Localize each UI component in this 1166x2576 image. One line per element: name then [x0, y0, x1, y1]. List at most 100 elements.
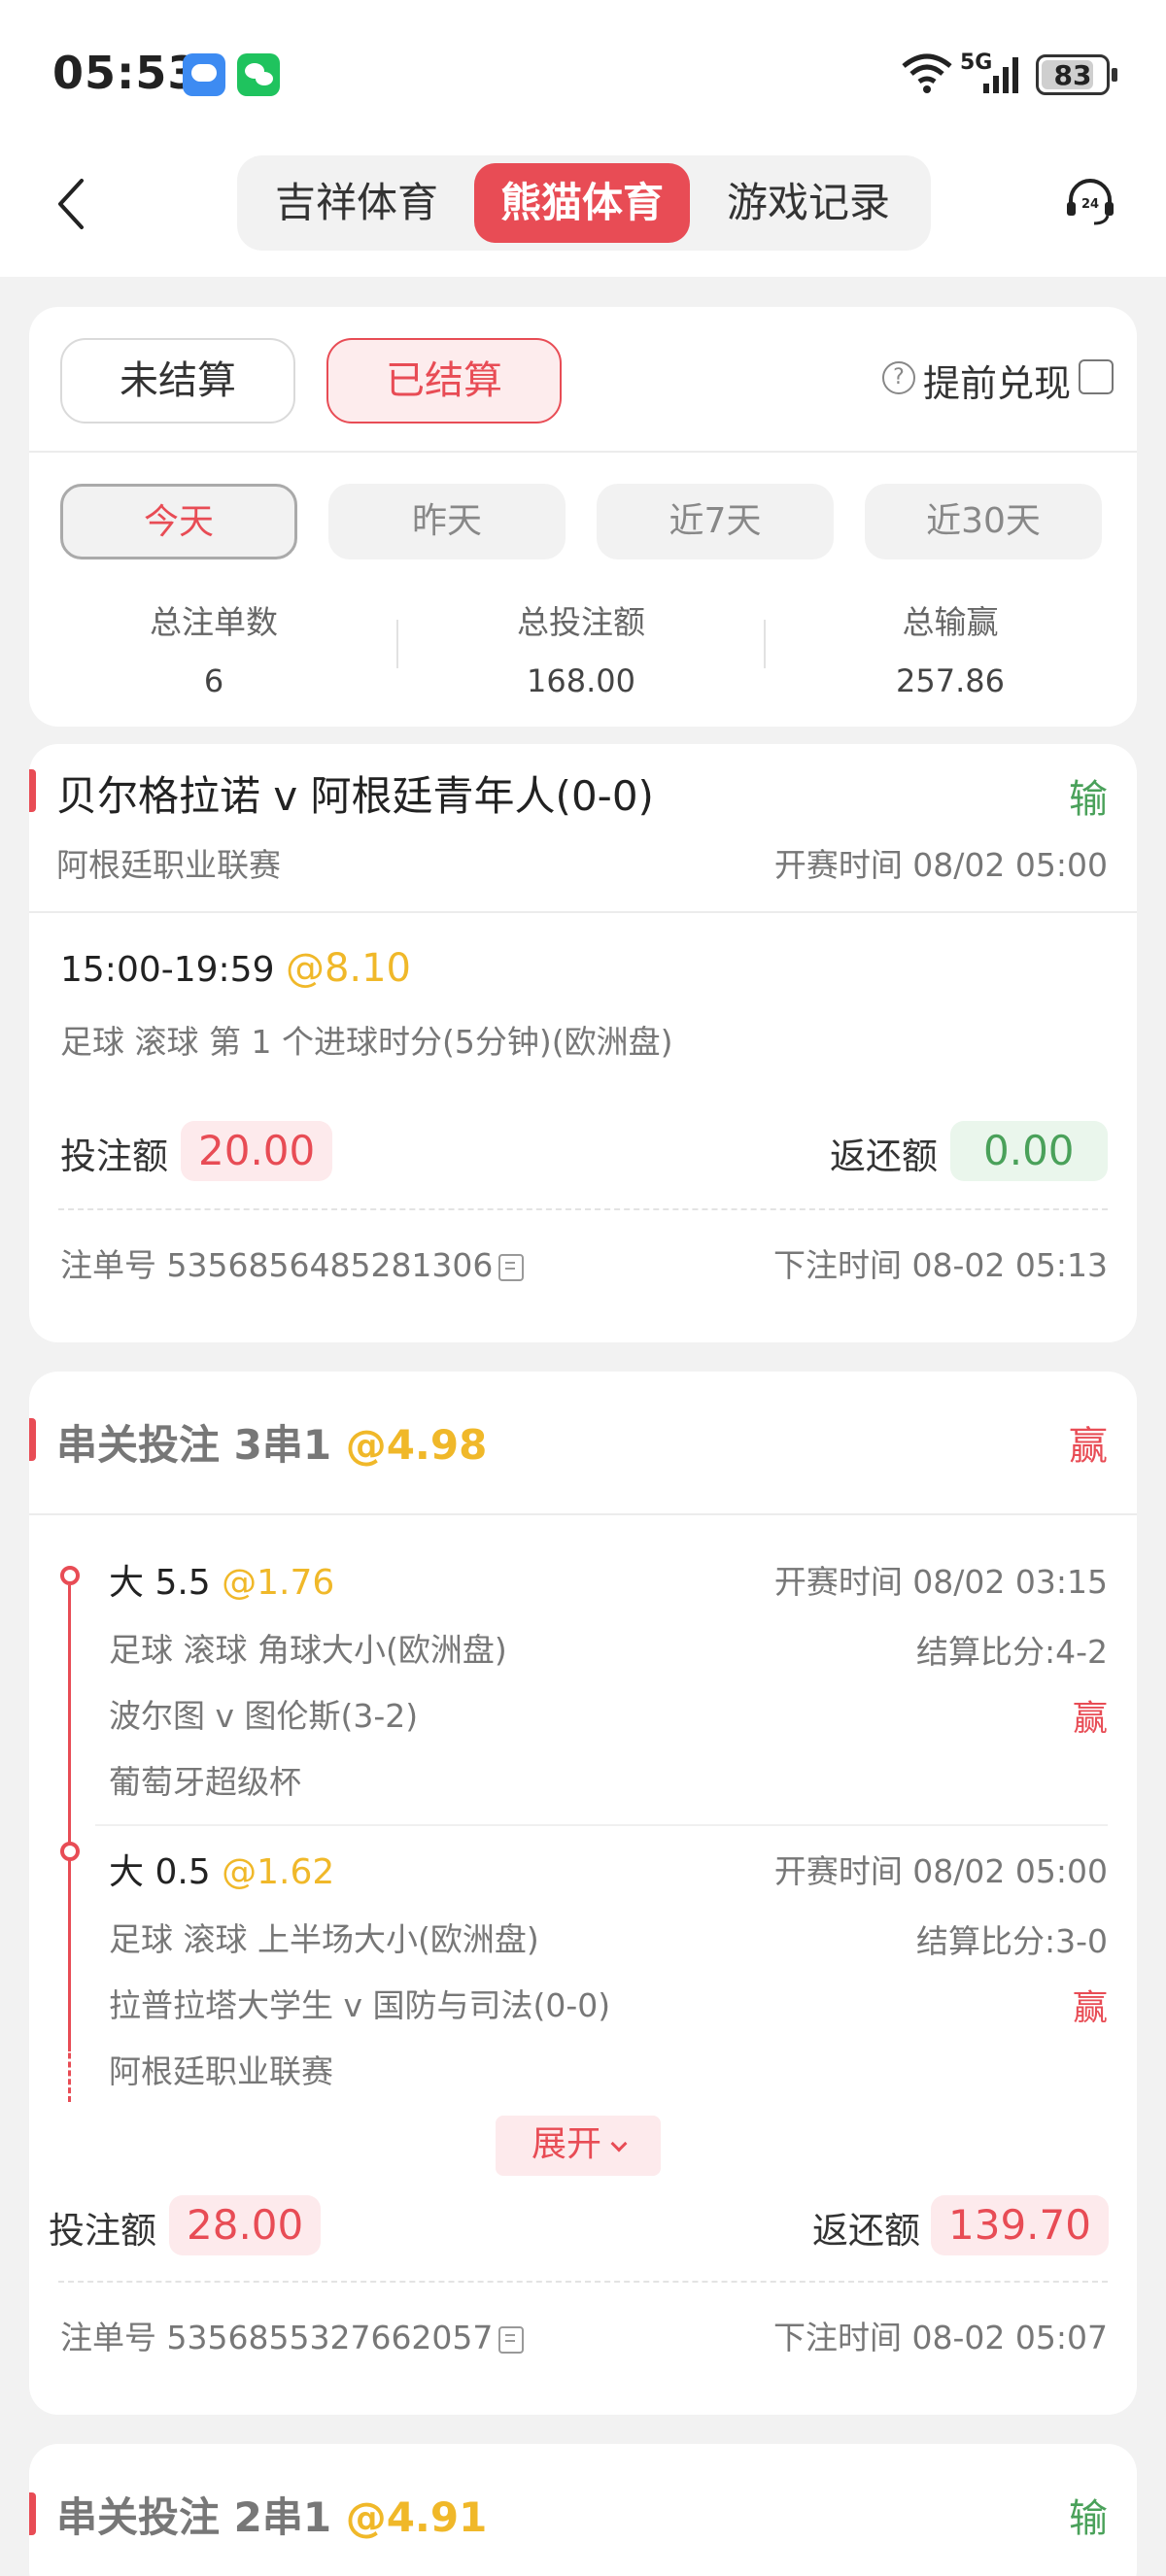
- bet-card-parlay[interactable]: 串关投注 3串1 @4.98 赢 大 5.5 @1.76 开赛时间 08/02 …: [29, 1372, 1137, 2415]
- leg-settle-score: 结算比分:3-0: [915, 1922, 1108, 1960]
- stat-separator: [396, 620, 398, 668]
- return-label: 返还额: [830, 1135, 938, 1177]
- bet-start-time: 开赛时间 08/02 05:00: [773, 846, 1108, 884]
- title-accent-bar: [29, 2492, 36, 2535]
- chevron-down-icon: [610, 2135, 628, 2152]
- title-accent-bar: [29, 1418, 36, 1461]
- leg-league: 阿根廷职业联赛: [109, 2052, 333, 2090]
- leg-match: 波尔图 v 图伦斯(3-2): [109, 1697, 419, 1735]
- signal-icon: [983, 57, 1018, 93]
- wifi-icon: [902, 53, 952, 93]
- stat-value: 257.86: [896, 662, 1005, 699]
- platform-tabs: 吉祥体育 熊猫体育 游戏记录: [237, 155, 931, 251]
- card-divider: [29, 911, 1137, 913]
- back-arrow-icon[interactable]: [52, 175, 91, 233]
- tab-jixiang-sports[interactable]: 吉祥体育: [245, 163, 468, 243]
- tab-panda-sports[interactable]: 熊猫体育: [474, 163, 690, 243]
- copy-icon[interactable]: [498, 1253, 525, 1281]
- leg-selection: 大 5.5 @1.76: [109, 1554, 334, 1605]
- expand-label: 展开: [531, 2124, 601, 2164]
- dashed-divider: [58, 1208, 1108, 1210]
- early-cashout-checkbox[interactable]: [1079, 359, 1114, 394]
- parlay-result-lose: 输: [1069, 2496, 1108, 2541]
- bet-match-title: 贝尔格拉诺 v 阿根廷青年人(0-0): [56, 772, 654, 820]
- stat-value: 6: [203, 662, 224, 699]
- selection-text: 15:00-19:59: [60, 950, 275, 990]
- order-number-text: 注单号 5356856485281306: [60, 1246, 494, 1284]
- messages-app-icon: [183, 53, 225, 96]
- bet-market: 足球 滚球 第 1 个进球时分(5分钟)(欧洲盘): [60, 1023, 673, 1061]
- early-cashout-label: 提前兑现: [923, 362, 1072, 405]
- stat-value: 168.00: [527, 662, 635, 699]
- period-7days-chip[interactable]: 近7天: [597, 484, 834, 559]
- filter-divider: [29, 451, 1137, 453]
- leg-odds: @1.76: [222, 1563, 335, 1603]
- period-today-chip[interactable]: 今天: [60, 484, 297, 559]
- parlay-title-text: 串关投注 3串1: [56, 1421, 332, 1469]
- bet-league: 阿根廷职业联赛: [56, 846, 281, 884]
- question-circle-icon[interactable]: ?: [882, 361, 915, 394]
- period-yesterday-chip[interactable]: 昨天: [328, 484, 566, 559]
- period-30days-chip[interactable]: 近30天: [865, 484, 1102, 559]
- dashed-divider: [58, 2281, 1108, 2283]
- parlay-title: 串关投注 3串1 @4.98: [56, 1412, 487, 1472]
- customer-service-24h-icon[interactable]: 24: [1063, 175, 1117, 229]
- order-number-text: 注单号 5356855327662057: [60, 2319, 494, 2356]
- leg-match: 拉普拉塔大学生 v 国防与司法(0-0): [109, 1986, 611, 2024]
- leg-selection-text: 大 0.5: [109, 1852, 211, 1892]
- leg-result-win: 赢: [1072, 1699, 1108, 1739]
- stat-total-profit: 总输赢 257.86: [785, 596, 1115, 699]
- stat-total-stake: 总投注额 168.00: [416, 596, 746, 699]
- title-accent-bar: [29, 769, 36, 812]
- return-amount: 0.00: [950, 1121, 1108, 1181]
- timeline-dot: [60, 1842, 80, 1861]
- stake-amount: 20.00: [181, 1121, 333, 1181]
- timeline-dot: [60, 1566, 80, 1585]
- stake-label: 投注额: [49, 2210, 156, 2252]
- leg-selection: 大 0.5 @1.62: [109, 1844, 334, 1894]
- copy-icon[interactable]: [498, 2325, 525, 2354]
- wechat-app-icon: [237, 53, 280, 96]
- leg-settle-score: 结算比分:4-2: [915, 1633, 1108, 1671]
- header: 吉祥体育 熊猫体育 游戏记录 24: [0, 146, 1166, 277]
- leg-selection-text: 大 5.5: [109, 1563, 211, 1603]
- tab-game-records[interactable]: 游戏记录: [694, 163, 923, 243]
- bet-odds: @8.10: [285, 946, 411, 991]
- return-amount: 139.70: [931, 2195, 1109, 2255]
- stake-label: 投注额: [60, 1135, 168, 1177]
- parlay-odds: @4.98: [345, 1421, 488, 1469]
- status-time: 05:53: [52, 47, 200, 99]
- parlay-title: 串关投注 2串1 @4.91: [56, 2485, 487, 2544]
- parlay-result-win: 赢: [1069, 1424, 1108, 1469]
- bet-card-parlay-2[interactable]: 串关投注 2串1 @4.91 输: [29, 2444, 1137, 2576]
- parlay-title-text: 串关投注 2串1: [56, 2493, 332, 2541]
- order-number: 注单号 5356856485281306: [60, 1239, 525, 1286]
- bet-card-single[interactable]: 贝尔格拉诺 v 阿根廷青年人(0-0) 输 阿根廷职业联赛 开赛时间 08/02…: [29, 744, 1137, 1342]
- leg-market: 足球 滚球 上半场大小(欧洲盘): [109, 1920, 539, 1958]
- filter-card: 未结算 已结算 ? 提前兑现 今天 昨天 近7天 近30天 总注单数 6 总投注…: [29, 307, 1137, 727]
- expand-button[interactable]: 展开: [496, 2116, 661, 2176]
- leg-market: 足球 滚球 角球大小(欧洲盘): [109, 1631, 507, 1669]
- status-settled-button[interactable]: 已结算: [326, 338, 562, 424]
- leg-divider: [95, 1824, 1108, 1826]
- battery-cap: [1112, 68, 1117, 82]
- stat-separator: [764, 620, 766, 668]
- leg-start-time: 开赛时间 08/02 03:15: [773, 1563, 1108, 1601]
- leg-start-time: 开赛时间 08/02 05:00: [773, 1852, 1108, 1890]
- order-number: 注单号 5356855327662057: [60, 2312, 525, 2358]
- leg-odds: @1.62: [222, 1852, 335, 1892]
- status-bar: 05:53 5G 83: [0, 0, 1166, 146]
- battery-icon: 83: [1036, 54, 1110, 95]
- status-unsettled-button[interactable]: 未结算: [60, 338, 295, 424]
- parlay-odds: @4.91: [345, 2493, 488, 2541]
- bet-time: 下注时间 08-02 05:13: [773, 1246, 1108, 1284]
- leg-league: 葡萄牙超级杯: [109, 1763, 301, 1801]
- stat-label: 总输赢: [902, 603, 999, 641]
- return-label: 返还额: [812, 2210, 920, 2252]
- bet-result-lose: 输: [1069, 777, 1108, 822]
- card-divider: [29, 1513, 1137, 1515]
- stat-label: 总投注额: [517, 603, 645, 641]
- leg-result-win: 赢: [1072, 1988, 1108, 2028]
- stat-total-orders: 总注单数 6: [49, 596, 379, 699]
- timeline-dashed-line: [68, 1863, 71, 2102]
